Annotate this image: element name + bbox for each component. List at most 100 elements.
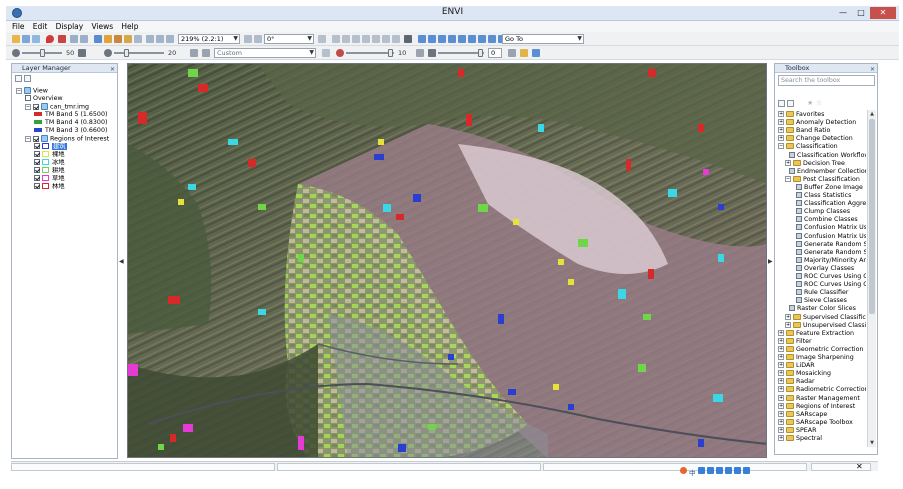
toolbox-tool-item[interactable]: Rule Classifier [792, 289, 866, 297]
scroll-thumb[interactable] [869, 119, 875, 314]
goto-combo[interactable]: Go To ▼ [502, 34, 584, 44]
favorite-star-outline-icon[interactable]: ☆ [816, 99, 822, 107]
collapse-icon[interactable]: − [25, 103, 31, 110]
undo-icon[interactable] [70, 35, 78, 43]
toolbox-folder-item[interactable]: + Geometric Correction [778, 345, 866, 354]
toolbox-folder-item[interactable]: + Unsupervised Classification [785, 321, 866, 330]
skin-icon[interactable] [734, 466, 741, 474]
sharpen-reset-icon[interactable] [416, 49, 424, 57]
layer-row[interactable]: 林地 [34, 183, 116, 191]
refresh-icon[interactable] [322, 49, 330, 57]
right-splitter-arrow-icon[interactable]: ▶ [768, 258, 773, 265]
expand-all-icon[interactable] [787, 100, 794, 107]
keyboard-icon[interactable] [716, 466, 723, 474]
collapse-all-icon[interactable] [778, 100, 785, 107]
rotation-combo[interactable]: 0° ▼ [264, 34, 314, 44]
expand-icon[interactable]: + [778, 135, 784, 142]
toolbox-tool-item[interactable]: ROC Curves Using Ground Truth ROIs [792, 281, 866, 289]
rotate-left-icon[interactable] [244, 35, 252, 43]
toolbox-tool-item[interactable]: Combine Classes [792, 216, 866, 224]
expand-icon[interactable]: + [785, 313, 791, 320]
toolbox-folder-item[interactable]: + Anomaly Detection [778, 119, 866, 127]
expand-icon[interactable]: + [778, 127, 784, 134]
toolbox-folder-item[interactable]: + Radiometric Correction [778, 386, 866, 394]
toolbox-folder-item[interactable]: + Supervised Classification [785, 313, 866, 322]
menu-edit[interactable]: Edit [33, 21, 48, 32]
toolbox-tool-item[interactable]: Majority/Minority Analysis [792, 256, 866, 265]
menu-file[interactable]: File [12, 21, 25, 32]
expand-all-icon[interactable] [24, 75, 31, 82]
merge-icon[interactable] [392, 35, 400, 43]
flicker-icon[interactable] [478, 35, 486, 43]
expand-icon[interactable]: + [785, 159, 791, 166]
pin-icon[interactable] [46, 35, 54, 43]
expand-icon[interactable]: + [778, 402, 784, 409]
layer-visibility-checkbox[interactable] [34, 175, 40, 181]
toolbox-tool-item[interactable]: Confusion Matrix Using Ground Truth ROIs [792, 232, 866, 241]
expand-icon[interactable]: + [778, 354, 784, 360]
layer-row[interactable]: TM Band 5 (1.6500) [34, 111, 116, 119]
vertex-edit-icon[interactable] [362, 35, 370, 43]
stretch-combo[interactable]: Custom ▼ [214, 48, 316, 58]
portal-icon[interactable] [458, 35, 466, 43]
brightness-slider-thumb[interactable] [40, 49, 45, 57]
expand-icon[interactable]: + [778, 410, 784, 417]
toolbox-search-input[interactable]: Search the toolbox [778, 75, 875, 86]
chip-view-icon[interactable] [468, 35, 476, 43]
toolbox-tool-item[interactable]: Confusion Matrix Using Ground Truth Imag… [792, 224, 866, 232]
layer-row[interactable]: TM Band 3 (0.6600) [34, 127, 116, 135]
collapse-icon[interactable]: − [785, 175, 791, 182]
collapse-icon[interactable]: − [778, 143, 784, 150]
layer-row[interactable]: Overview [25, 95, 116, 103]
collapse-icon[interactable]: − [25, 135, 31, 142]
toolbox-tool-item[interactable]: Sieve Classes [792, 297, 866, 305]
toolbox-folder-item[interactable]: + Band Ratio [778, 127, 866, 135]
expand-icon[interactable]: + [778, 329, 784, 336]
expand-icon[interactable]: + [778, 337, 784, 344]
reset-stretch-icon[interactable] [202, 49, 210, 57]
cursor-value-icon[interactable] [58, 35, 66, 43]
toolbox-folder-item[interactable]: + Spectral [778, 435, 866, 443]
north-up-icon[interactable] [318, 35, 326, 43]
fly-icon[interactable] [114, 35, 122, 43]
toolbox-folder-item[interactable]: + Favorites [778, 111, 866, 119]
expand-icon[interactable]: + [785, 321, 791, 328]
annotation-icon[interactable] [404, 35, 412, 43]
transparency-reset-icon[interactable] [508, 49, 516, 57]
toolbox-folder-item[interactable]: + Mosaicking [778, 370, 866, 378]
toolbox-tool-item[interactable]: Classification Workflow [785, 151, 866, 160]
layer-visibility-checkbox[interactable] [33, 135, 39, 142]
layer-visibility-checkbox[interactable] [34, 167, 40, 173]
toolbox-folder-item[interactable]: − Classification [778, 143, 866, 151]
toolbox-folder-item[interactable]: + Feature Extraction [778, 329, 866, 338]
toolbox-tool-item[interactable]: Generate Random Sample Using Ground Trut… [792, 248, 866, 257]
toolbox-folder-item[interactable]: + SARscape [778, 410, 866, 419]
rotate-right-icon[interactable] [254, 35, 262, 43]
histogram-icon[interactable] [190, 49, 198, 57]
ime-mode-label[interactable]: 中 [689, 467, 696, 477]
toolbox-tool-item[interactable]: ROC Curves Using Ground Truth Image [792, 273, 866, 281]
expand-icon[interactable]: + [778, 362, 784, 369]
toolbox-folder-item[interactable]: + Regions of Interest [778, 402, 866, 411]
toolbox-tool-item[interactable]: Buffer Zone Image [792, 183, 866, 192]
menu-help[interactable]: Help [121, 21, 138, 32]
pan-icon[interactable] [104, 35, 112, 43]
layer-visibility-checkbox[interactable] [34, 159, 40, 165]
toolbox-folder-item[interactable]: + Radar [778, 378, 866, 386]
toolbox-tool-item[interactable]: Clump Classes [792, 208, 866, 216]
minimize-button[interactable]: — [834, 7, 852, 19]
measure-icon[interactable] [438, 35, 446, 43]
roi-tool-icon[interactable] [418, 35, 426, 43]
collapse-icon[interactable]: − [16, 87, 22, 94]
tools-icon[interactable] [743, 466, 750, 474]
transparency-slider-thumb[interactable] [478, 49, 483, 57]
expand-icon[interactable]: + [778, 435, 784, 441]
redo-icon[interactable] [80, 35, 88, 43]
expand-icon[interactable]: + [778, 386, 784, 393]
toolbox-tool-item[interactable]: Overlay Classes [792, 264, 866, 273]
layer-row[interactable]: 耕地 [34, 167, 116, 175]
layer-row[interactable]: TM Band 4 (0.8300) [34, 119, 116, 127]
sogou-icon[interactable] [680, 466, 687, 474]
toolbox-tool-item[interactable]: Generate Random Sample Using Ground Trut… [792, 240, 866, 249]
layer-row[interactable]: 冰地 [34, 159, 116, 167]
